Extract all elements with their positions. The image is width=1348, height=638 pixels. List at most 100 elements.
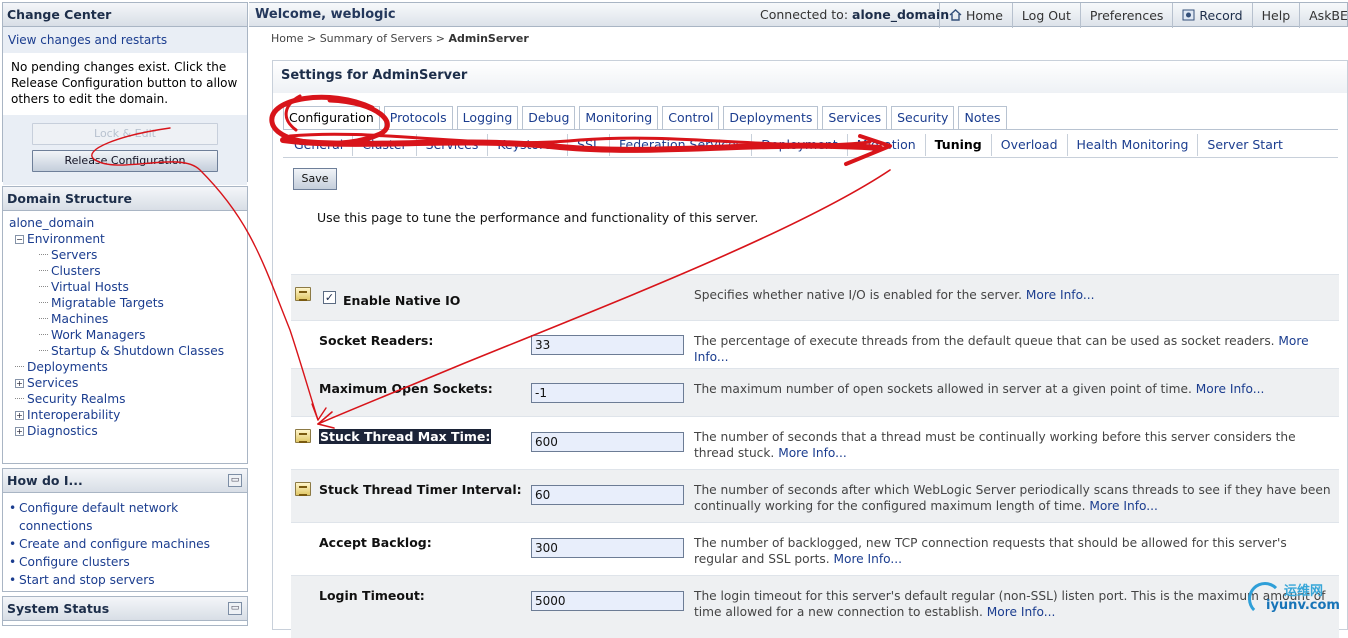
expand-icon[interactable]: +	[15, 379, 24, 388]
release-configuration-button[interactable]: Release Configuration	[32, 150, 218, 172]
tree-item-startup-shutdown[interactable]: Startup & Shutdown Classes	[51, 344, 224, 358]
tree-item-environment[interactable]: Environment	[27, 232, 105, 246]
tab-debug[interactable]: Debug	[522, 106, 576, 129]
login-timeout-desc: The login timeout for this server's defa…	[694, 588, 1334, 620]
tab-monitoring[interactable]: Monitoring	[579, 106, 659, 129]
logout-link[interactable]: Log Out	[1011, 3, 1080, 28]
more-info-link[interactable]: More Info...	[1026, 288, 1095, 302]
subtab-general[interactable]: General	[285, 134, 354, 156]
record-link[interactable]: Record	[1172, 3, 1251, 28]
row-stuck-thread-max-time: Stuck Thread Max Time: The number of sec…	[291, 416, 1339, 469]
sub-tabs: General Cluster Services Keystores SSL F…	[285, 134, 1292, 156]
subtab-ssl[interactable]: SSL	[568, 134, 610, 156]
subtab-federation-services[interactable]: Federation Services	[610, 134, 753, 156]
tree-item-security-realms[interactable]: Security Realms	[27, 392, 125, 406]
connected-domain: alone_domain	[852, 7, 950, 22]
askbea-link[interactable]: AskBEA	[1299, 3, 1348, 28]
desc-text: The number of seconds after which WebLog…	[694, 483, 1331, 513]
tab-notes[interactable]: Notes	[958, 106, 1007, 129]
how-do-i-link[interactable]: Create and configure machines	[19, 537, 210, 551]
stuck-thread-timer-input[interactable]	[531, 485, 684, 505]
breadcrumb-summary[interactable]: Summary of Servers	[320, 32, 433, 45]
tree-item-clusters[interactable]: Clusters	[51, 264, 101, 278]
tree-item-migratable-targets[interactable]: Migratable Targets	[51, 296, 164, 310]
lock-edit-button[interactable]: Lock & Edit	[32, 123, 218, 145]
accept-backlog-input[interactable]	[531, 538, 684, 558]
max-open-sockets-desc: The maximum number of open sockets allow…	[694, 381, 1334, 397]
tab-deployments[interactable]: Deployments	[723, 106, 819, 129]
tree-item-diagnostics[interactable]: Diagnostics	[27, 424, 98, 438]
subtab-server-start[interactable]: Server Start	[1198, 134, 1292, 156]
max-open-sockets-label: Maximum Open Sockets:	[319, 381, 493, 396]
welcome-text: Welcome, weblogic	[255, 7, 396, 22]
desc-text: The percentage of execute threads from t…	[694, 334, 1275, 348]
tree-item-virtual-hosts[interactable]: Virtual Hosts	[51, 280, 129, 294]
minimize-icon[interactable]: ▭	[228, 602, 242, 615]
native-io-label: Enable Native IO	[343, 293, 461, 308]
connected-label: Connected to:	[760, 7, 849, 22]
top-bar: Welcome, weblogic Connected to: alone_do…	[249, 2, 1348, 28]
accept-backlog-desc: The number of backlogged, new TCP connec…	[694, 535, 1334, 567]
subtab-keystores[interactable]: Keystores	[488, 134, 569, 156]
preferences-link[interactable]: Preferences	[1079, 3, 1173, 28]
subtab-health-monitoring[interactable]: Health Monitoring	[1068, 134, 1199, 156]
row-max-open-sockets: Maximum Open Sockets: The maximum number…	[291, 368, 1339, 416]
minimize-icon[interactable]: ▭	[228, 474, 242, 487]
expand-icon[interactable]: +	[15, 411, 24, 420]
tab-logging[interactable]: Logging	[456, 106, 519, 129]
tab-security[interactable]: Security	[891, 106, 955, 129]
tree-item-alone-domain[interactable]: alone_domain	[9, 216, 94, 230]
domain-structure-title: Domain Structure	[3, 187, 247, 211]
home-link[interactable]: Home	[939, 3, 1012, 28]
view-changes-link[interactable]: View changes and restarts	[3, 27, 247, 53]
tree-item-work-managers[interactable]: Work Managers	[51, 328, 146, 342]
save-button[interactable]: Save	[293, 168, 337, 190]
more-info-link[interactable]: More Info...	[833, 552, 902, 566]
page-title: Settings for AdminServer	[273, 61, 1347, 93]
record-icon	[1182, 9, 1195, 21]
change-center-message: No pending changes exist. Click the Rele…	[3, 53, 247, 115]
tab-configuration[interactable]: Configuration	[283, 106, 380, 129]
config-info-icon	[295, 287, 311, 301]
collapse-icon[interactable]: −	[15, 235, 24, 244]
max-open-sockets-input[interactable]	[531, 383, 684, 403]
stuck-thread-max-time-input[interactable]	[531, 432, 684, 452]
login-timeout-input[interactable]	[531, 591, 684, 611]
change-center-panel: Change Center View changes and restarts …	[2, 2, 248, 185]
socket-readers-label: Socket Readers:	[319, 333, 434, 348]
how-do-i-link[interactable]: Start and stop servers	[19, 573, 155, 587]
record-label: Record	[1199, 8, 1243, 23]
tree-item-servers[interactable]: Servers	[51, 248, 97, 262]
how-do-i-label: How do I...	[7, 473, 83, 488]
subtab-overload[interactable]: Overload	[992, 134, 1068, 156]
tree-item-services[interactable]: Services	[27, 376, 78, 390]
connected-to: Connected to: alone_domain	[760, 7, 949, 22]
subtab-services[interactable]: Services	[417, 134, 489, 156]
tab-services[interactable]: Services	[822, 106, 888, 129]
row-stuck-thread-timer: Stuck Thread Timer Interval: The number …	[291, 469, 1339, 522]
breadcrumb-home[interactable]: Home	[271, 32, 303, 45]
config-info-icon	[295, 429, 311, 443]
tree-item-interoperability[interactable]: Interoperability	[27, 408, 120, 422]
expand-icon[interactable]: +	[15, 427, 24, 436]
help-link[interactable]: Help	[1251, 3, 1300, 28]
stuck-thread-max-time-label: Stuck Thread Max Time:	[319, 429, 492, 444]
more-info-link[interactable]: More Info...	[987, 605, 1056, 619]
system-status-panel: System Status ▭	[2, 596, 248, 626]
tree-item-deployments[interactable]: Deployments	[27, 360, 108, 374]
how-do-i-title: How do I... ▭	[3, 469, 247, 493]
subtab-migration[interactable]: Migration	[848, 134, 926, 156]
how-do-i-link[interactable]: Configure default network connections	[19, 501, 178, 533]
subtab-cluster[interactable]: Cluster	[353, 134, 417, 156]
how-do-i-link[interactable]: Configure clusters	[19, 555, 130, 569]
tree-item-machines[interactable]: Machines	[51, 312, 108, 326]
subtab-deployment[interactable]: Deployment	[752, 134, 848, 156]
more-info-link[interactable]: More Info...	[1089, 499, 1158, 513]
enable-native-io-checkbox[interactable]: ✓	[323, 291, 336, 304]
tab-control[interactable]: Control	[662, 106, 720, 129]
more-info-link[interactable]: More Info...	[778, 446, 847, 460]
socket-readers-input[interactable]	[531, 335, 684, 355]
tab-protocols[interactable]: Protocols	[383, 106, 453, 129]
subtab-tuning[interactable]: Tuning	[926, 134, 992, 156]
more-info-link[interactable]: More Info...	[1196, 382, 1265, 396]
